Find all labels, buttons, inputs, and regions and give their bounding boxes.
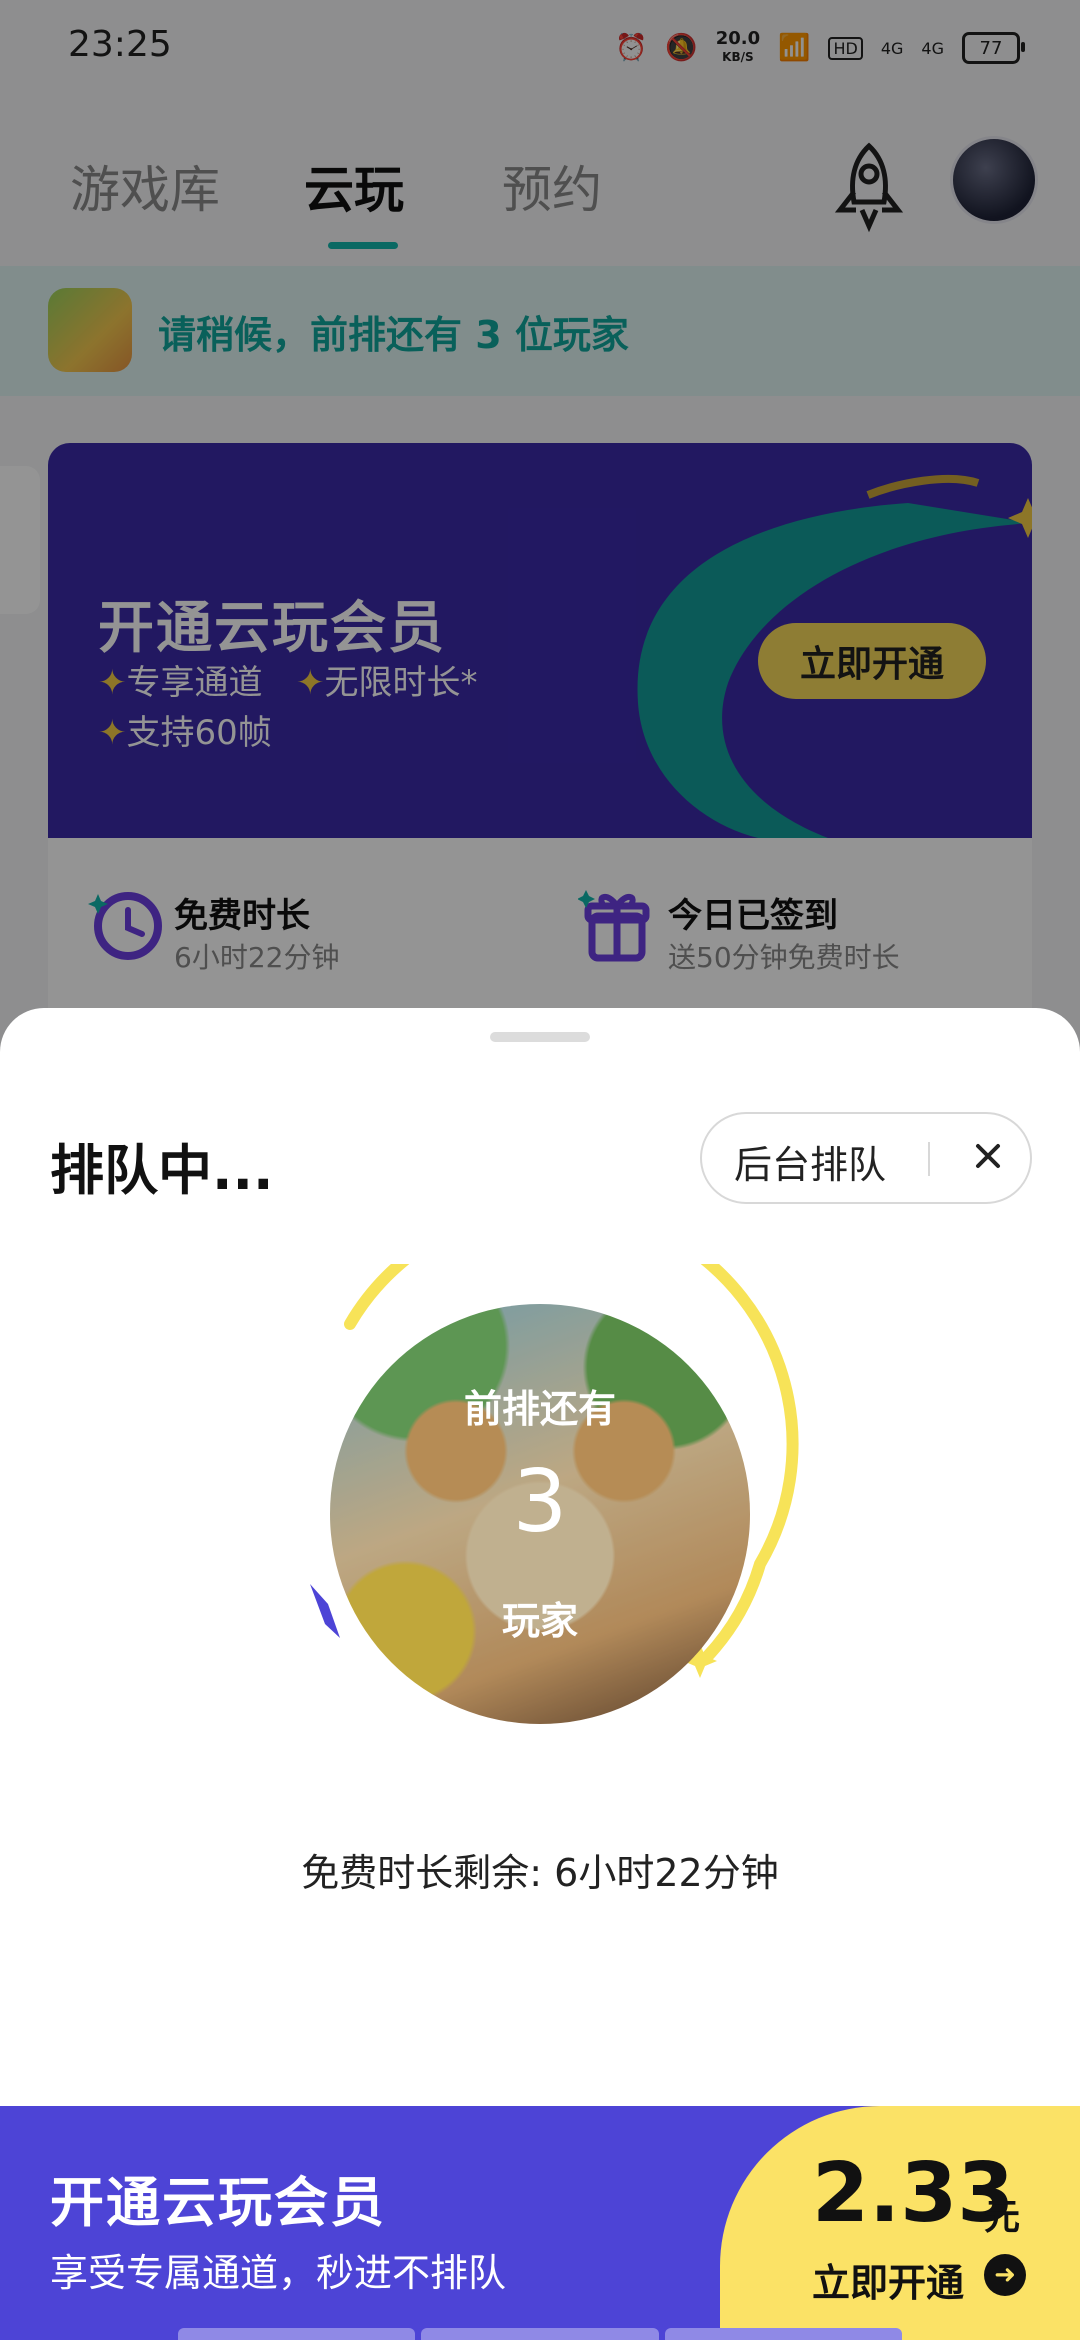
pill-divider [928, 1142, 930, 1176]
remaining-free-time: 免费时长剩余: 6小时22分钟 [301, 1851, 779, 1895]
price-unit: 元 [984, 2197, 1021, 2238]
queue-ahead-unit: 玩家 [501, 1599, 578, 1643]
bottom-promo-subtitle: 享受专属通道，秒进不排队 [50, 2251, 507, 2295]
arrow-right-icon[interactable]: ➜ [984, 2254, 1026, 2296]
close-icon[interactable] [960, 1128, 1016, 1184]
modal-scrim[interactable] [0, 0, 1080, 1100]
game-art-circle: 前排还有 3 玩家 [330, 1304, 750, 1724]
bottom-tab-strip [178, 2328, 902, 2340]
queue-actions-pill: 后台排队 [700, 1112, 1032, 1204]
bottom-member-promo[interactable]: 开通云玩会员 享受专属通道，秒进不排队 2.33 元 立即开通 ➜ [0, 2106, 1080, 2340]
sheet-grabber[interactable] [490, 1032, 590, 1042]
open-now-button[interactable]: 立即开通 [812, 2252, 964, 2307]
queue-ahead-count: 3 [512, 1452, 568, 1552]
queue-ahead-label: 前排还有 [463, 1387, 616, 1431]
bottom-promo-title: 开通云玩会员 [50, 2171, 386, 2234]
queue-visual: 前排还有 3 玩家 [280, 1264, 820, 1734]
sheet-title: 排队中... [50, 1139, 274, 1202]
background-queue-button[interactable]: 后台排队 [734, 1134, 886, 1189]
